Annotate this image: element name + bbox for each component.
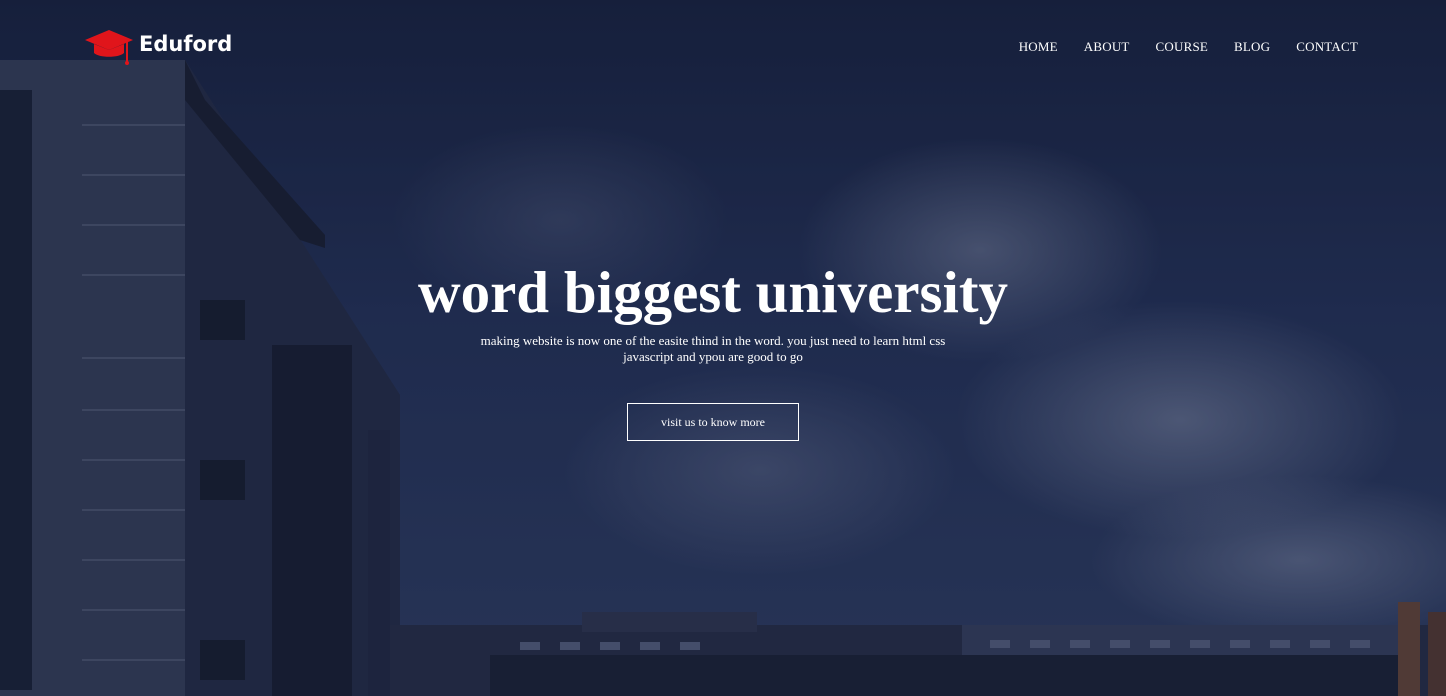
nav-blog[interactable]: BLOG: [1234, 39, 1270, 55]
hero-title: word biggest university: [418, 259, 1008, 325]
nav-links: HOME ABOUT COURSE BLOG CONTACT: [993, 39, 1358, 55]
nav-course[interactable]: COURSE: [1156, 39, 1209, 55]
nav-home[interactable]: HOME: [1019, 39, 1058, 55]
brand-name: Eduford: [139, 32, 233, 56]
nav-contact[interactable]: CONTACT: [1296, 39, 1358, 55]
graduation-cap-icon: [85, 30, 133, 65]
nav-about[interactable]: ABOUT: [1084, 39, 1130, 55]
visit-us-button[interactable]: visit us to know more: [627, 403, 799, 441]
brand-logo[interactable]: Eduford: [85, 26, 232, 70]
top-navbar: Eduford HOME ABOUT COURSE BLOG CONTACT: [0, 0, 1446, 90]
hero-subtitle: making website is now one of the easite …: [480, 333, 946, 364]
hero-content: word biggest university making website i…: [0, 252, 1446, 441]
hero-section: Eduford HOME ABOUT COURSE BLOG CONTACT w…: [0, 0, 1446, 696]
